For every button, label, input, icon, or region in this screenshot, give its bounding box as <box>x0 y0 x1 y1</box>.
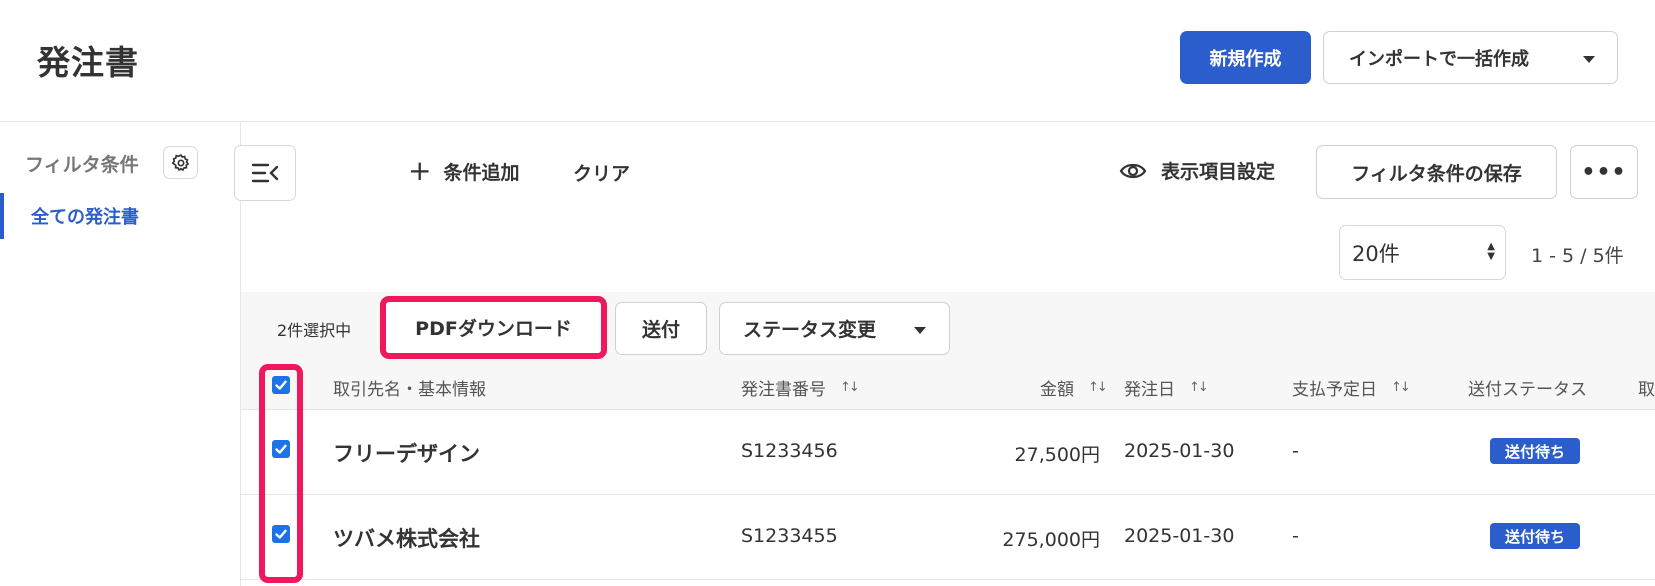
more-options-button[interactable]: ••• <box>1570 145 1638 199</box>
sort-icon[interactable]: ↑↓ <box>1391 380 1411 395</box>
display-settings-button[interactable]: 表示項目設定 <box>1119 157 1275 184</box>
column-header-partner[interactable]: 取引先名・基本情報 <box>333 375 486 400</box>
status-change-button[interactable]: ステータス変更 <box>719 302 950 355</box>
status-badge: 送付待ち <box>1490 438 1580 464</box>
order-number: S1233456 <box>741 440 838 462</box>
gear-icon[interactable] <box>163 146 198 179</box>
new-button[interactable]: 新規作成 <box>1180 31 1311 84</box>
column-header-date[interactable]: 発注日 ↑↓ <box>1124 375 1209 400</box>
column-header-number[interactable]: 発注書番号 ↑↓ <box>741 375 860 400</box>
column-header-send-status[interactable]: 送付ステータス <box>1468 375 1587 400</box>
column-header-label: 金額 <box>1040 380 1074 400</box>
column-header-label: 送付ステータス <box>1468 380 1587 400</box>
column-header-label: 取 <box>1638 380 1655 400</box>
display-settings-label: 表示項目設定 <box>1161 161 1276 183</box>
per-page-select[interactable]: 20件 ▲ ▼ <box>1339 225 1506 280</box>
add-condition-label: 条件追加 <box>443 161 520 184</box>
partner-name[interactable]: フリーデザイン <box>333 438 480 468</box>
order-number: S1233455 <box>741 525 838 547</box>
amount: 275,000円 <box>1002 529 1100 551</box>
chevron-down-icon <box>1583 56 1595 63</box>
amount: 27,500円 <box>1014 444 1100 466</box>
import-bulk-button[interactable]: インポートで一括作成 <box>1323 31 1618 84</box>
status-badge: 送付待ち <box>1490 523 1580 549</box>
page-title: 発注書 <box>37 43 139 82</box>
per-page-value: 20件 <box>1352 241 1400 266</box>
chevron-down-icon <box>914 327 926 334</box>
sidebar: フィルタ条件 全ての発注書 <box>0 122 241 586</box>
column-header-amount[interactable]: 金額 ↑↓ <box>1040 375 1108 400</box>
collapse-menu-icon <box>251 163 279 183</box>
payment-date: - <box>1292 525 1299 547</box>
clear-button[interactable]: クリア <box>573 159 630 186</box>
column-header-label: 支払予定日 <box>1292 380 1377 400</box>
plus-icon: + <box>408 154 432 187</box>
column-header-label: 発注書番号 <box>741 380 826 400</box>
pdf-download-button[interactable]: PDFダウンロード <box>380 296 607 359</box>
order-date: 2025-01-30 <box>1124 525 1235 547</box>
save-filter-button[interactable]: フィルタ条件の保存 <box>1316 145 1557 199</box>
page: 発注書 新規作成 インポートで一括作成 フィルタ条件 全ての発注書 + 条件追加… <box>0 0 1655 586</box>
eye-icon <box>1119 163 1147 178</box>
sort-icon[interactable]: ↑↓ <box>1088 380 1108 395</box>
page-header: 発注書 新規作成 インポートで一括作成 <box>0 0 1655 122</box>
sidebar-item-label: 全ての発注書 <box>31 207 139 228</box>
filter-heading: フィルタ条件 <box>25 154 139 176</box>
column-header-truncated[interactable]: 取 <box>1638 375 1655 400</box>
sort-icon[interactable]: ↑↓ <box>1189 380 1209 395</box>
status-change-label: ステータス変更 <box>743 319 877 341</box>
selected-count: 2件選択中 <box>277 321 352 340</box>
sidebar-item-all-orders[interactable]: 全ての発注書 <box>0 193 240 239</box>
order-date: 2025-01-30 <box>1124 440 1235 462</box>
sort-icon[interactable]: ↑↓ <box>840 380 860 395</box>
import-bulk-label: インポートで一括作成 <box>1349 48 1529 70</box>
pagination-range: 1 - 5 / 5件 <box>1531 245 1624 267</box>
partner-name[interactable]: ツバメ株式会社 <box>333 523 480 553</box>
select-arrows-icon: ▲ ▼ <box>1487 241 1495 262</box>
collapse-sidebar-button[interactable] <box>234 145 296 201</box>
checkbox-column-highlight <box>259 364 303 583</box>
column-header-label: 発注日 <box>1124 380 1175 400</box>
add-condition-button[interactable]: + 条件追加 <box>408 157 519 185</box>
column-header-payment-date[interactable]: 支払予定日 ↑↓ <box>1292 375 1411 400</box>
column-header-label: 取引先名・基本情報 <box>333 380 486 400</box>
send-button[interactable]: 送付 <box>615 302 707 355</box>
payment-date: - <box>1292 440 1299 462</box>
